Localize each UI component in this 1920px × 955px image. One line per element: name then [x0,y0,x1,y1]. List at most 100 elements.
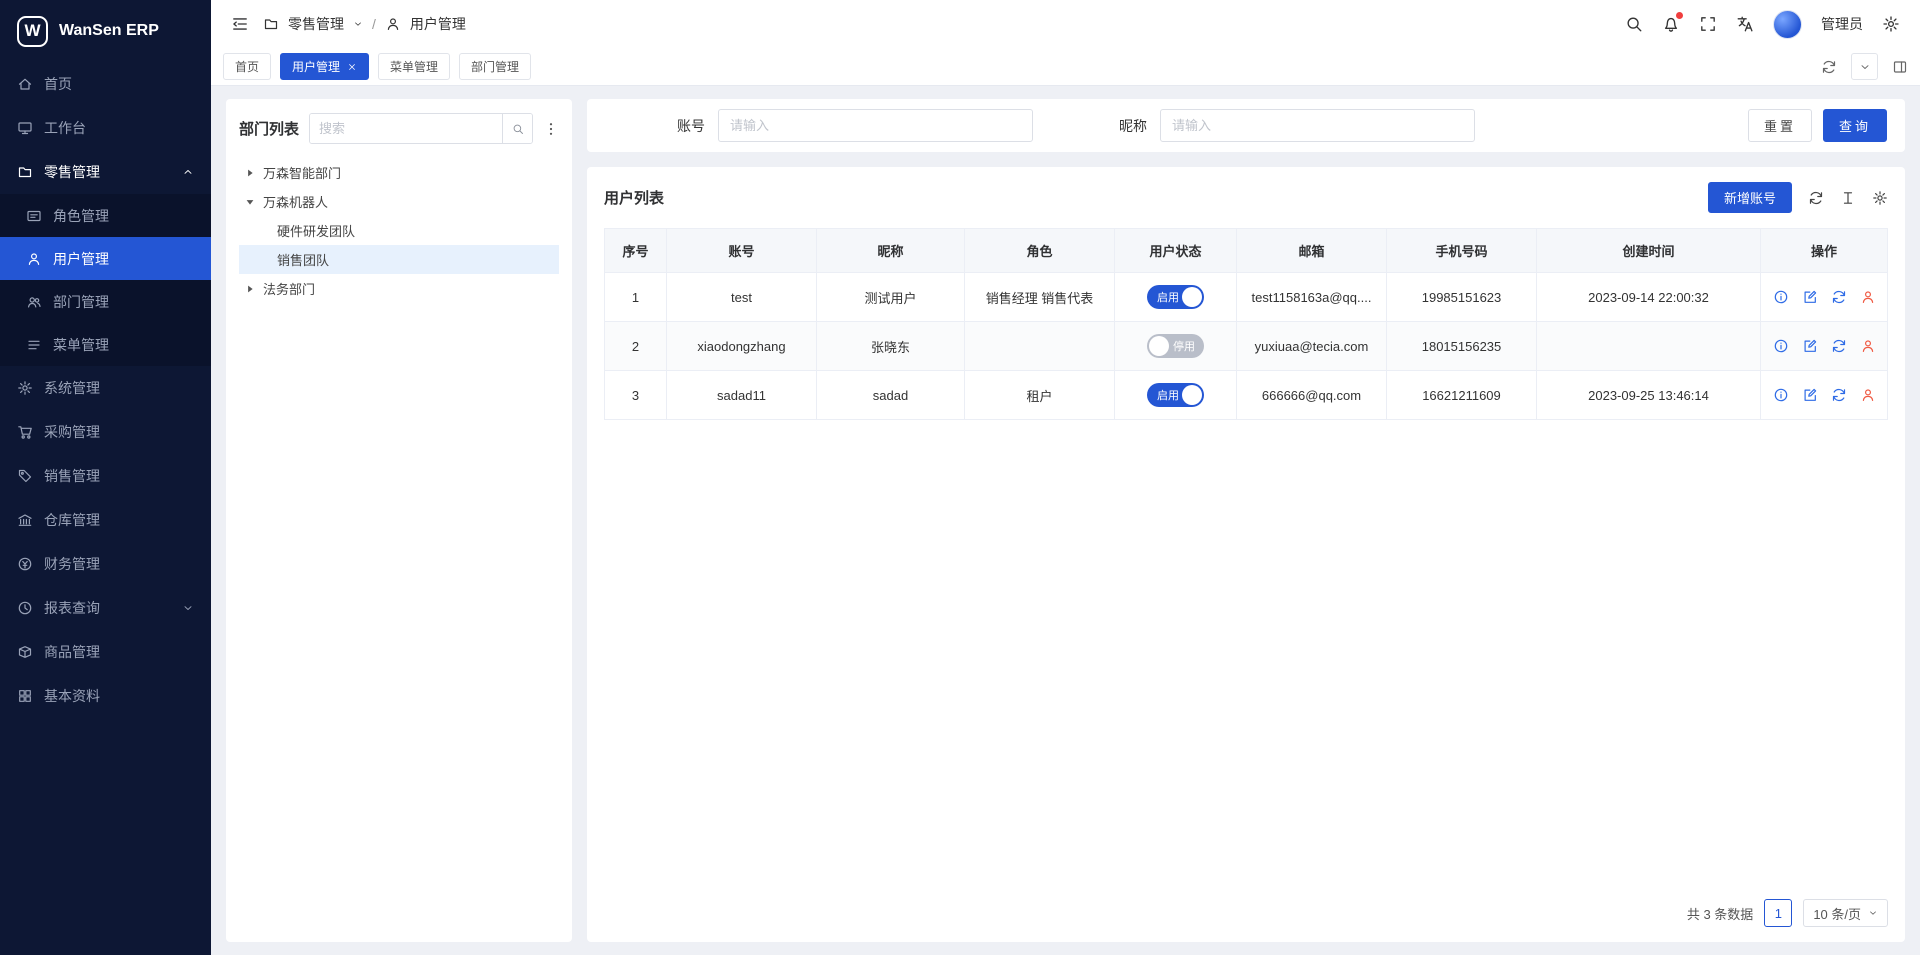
sidebar-item-warehouse-management[interactable]: 仓库管理 [0,498,211,542]
sidebar-item-label: 首页 [44,74,72,94]
sidebar-item-user-management[interactable]: 用户管理 [0,237,211,280]
fullscreen-icon[interactable] [1699,15,1717,33]
department-search-input[interactable] [310,114,502,143]
table-row: 3 sadad11 sadad 租户 启用 6 [605,371,1888,420]
app-title: WanSen ERP [59,22,159,40]
tree-node-sales-team[interactable]: 销售团队 [239,245,559,274]
status-toggle[interactable]: 停用 [1147,334,1204,358]
refresh-list-button[interactable] [1808,190,1824,206]
user-list-title: 用户列表 [604,187,664,208]
sidebar-item-department-management[interactable]: 部门管理 [0,280,211,323]
layout-icon[interactable] [1892,59,1908,75]
account-input[interactable] [718,109,1033,142]
avatar[interactable] [1773,10,1802,39]
cell-account: sadad11 [667,371,817,420]
status-toggle[interactable]: 启用 [1147,383,1204,407]
info-icon[interactable] [1773,387,1789,403]
search-icon[interactable] [1625,15,1643,33]
sidebar-item-label: 角色管理 [53,206,109,226]
caret-right-icon[interactable] [244,283,256,295]
add-account-button[interactable]: 新增账号 [1708,182,1792,213]
toggle-knob [1182,287,1202,307]
tree-node-legal-dept[interactable]: 法务部门 [239,274,559,303]
filter-nickname-group: 昵称 [1119,109,1475,142]
translate-icon[interactable] [1736,15,1754,33]
tab-label: 部门管理 [471,58,519,75]
table-row: 2 xiaodongzhang 张晓东 停用 [605,322,1888,371]
tab-label: 菜单管理 [390,58,438,75]
status-label: 停用 [1173,338,1195,354]
cell-status: 停用 [1115,322,1237,371]
retail-submenu: 角色管理 用户管理 部门管理 菜单管理 [0,194,211,366]
tree-node-hardware-team[interactable]: 硬件研发团队 [239,216,559,245]
sidebar-item-report-query[interactable]: 报表查询 [0,586,211,630]
cell-created: 2023-09-14 22:00:32 [1537,273,1761,322]
cell-created: 2023-09-25 13:46:14 [1537,371,1761,420]
assign-user-icon[interactable] [1860,289,1876,305]
caret-down-icon[interactable] [244,196,256,208]
sidebar-item-goods-management[interactable]: 商品管理 [0,630,211,674]
assign-user-icon[interactable] [1860,387,1876,403]
notifications-button[interactable] [1662,15,1680,33]
edit-icon[interactable] [1802,338,1818,354]
settings-gear-icon[interactable] [1882,15,1900,33]
sidebar-item-finance-management[interactable]: 财务管理 [0,542,211,586]
page-size-select[interactable]: 10 条/页 [1803,899,1888,927]
cell-nickname: 张晓东 [817,322,965,371]
cell-email: test1158163a@qq.... [1237,273,1387,322]
chevron-down-icon [1859,61,1871,73]
reset-password-icon[interactable] [1831,289,1847,305]
app-layout: W WanSen ERP 首页 工作台 零售管理 角色管理 [0,0,1920,955]
sidebar-item-purchase-management[interactable]: 采购管理 [0,410,211,454]
refresh-tabs-icon[interactable] [1821,59,1837,75]
sidebar-item-basic-data[interactable]: 基本资料 [0,674,211,718]
kebab-menu-icon [543,121,559,137]
column-settings-button[interactable] [1872,190,1888,206]
col-actions: 操作 [1761,229,1888,273]
status-toggle[interactable]: 启用 [1147,285,1204,309]
edit-icon[interactable] [1802,289,1818,305]
tab-menu-management[interactable]: 菜单管理 [378,53,450,80]
filter-actions: 重置 查询 [1748,109,1887,142]
status-label: 启用 [1157,387,1179,403]
close-icon[interactable] [347,62,357,72]
sidebar-item-home[interactable]: 首页 [0,62,211,106]
tab-user-management[interactable]: 用户管理 [280,53,369,80]
sidebar-item-retail-management[interactable]: 零售管理 [0,150,211,194]
density-button[interactable] [1840,190,1856,206]
sidebar-item-sales-management[interactable]: 销售管理 [0,454,211,498]
caret-right-icon[interactable] [244,167,256,179]
query-button[interactable]: 查询 [1823,109,1887,142]
sidebar-item-label: 工作台 [44,118,86,138]
notification-badge [1676,12,1683,19]
reset-password-icon[interactable] [1831,338,1847,354]
nickname-input[interactable] [1160,109,1475,142]
info-icon[interactable] [1773,289,1789,305]
user-name[interactable]: 管理员 [1821,14,1863,34]
chevron-down-icon[interactable] [353,19,363,29]
sidebar-item-workbench[interactable]: 工作台 [0,106,211,150]
page-content: 部门列表 万森智能部门 [211,86,1920,955]
reset-button[interactable]: 重置 [1748,109,1812,142]
sidebar-item-system-management[interactable]: 系统管理 [0,366,211,410]
sidebar-item-role-management[interactable]: 角色管理 [0,194,211,237]
tab-home[interactable]: 首页 [223,53,271,80]
tab-actions-dropdown[interactable] [1851,53,1878,80]
edit-icon[interactable] [1802,387,1818,403]
department-search-button[interactable] [502,114,532,143]
tab-department-management[interactable]: 部门管理 [459,53,531,80]
sidebar-item-label: 零售管理 [44,162,100,182]
page-number-button[interactable]: 1 [1764,899,1792,927]
tree-node-wansen-robot[interactable]: 万森机器人 [239,187,559,216]
cell-account: test [667,273,817,322]
breadcrumb-root[interactable]: 零售管理 [288,14,344,34]
collapse-sidebar-icon[interactable] [231,15,249,33]
info-icon[interactable] [1773,338,1789,354]
filter-bar: 账号 昵称 重置 查询 [587,99,1905,152]
tree-node-wansen-smart[interactable]: 万森智能部门 [239,158,559,187]
breadcrumb-separator: / [372,16,376,32]
assign-user-icon[interactable] [1860,338,1876,354]
sidebar-item-menu-management[interactable]: 菜单管理 [0,323,211,366]
reset-password-icon[interactable] [1831,387,1847,403]
department-more-button[interactable] [543,121,559,137]
